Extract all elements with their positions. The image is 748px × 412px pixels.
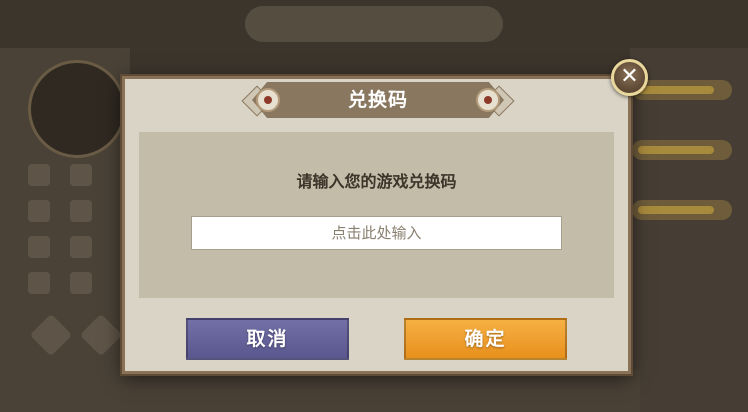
background-slot: [28, 164, 50, 186]
prompt-label: 请输入您的游戏兑换码: [296, 172, 457, 191]
cancel-button[interactable]: 取消: [186, 318, 349, 360]
redeem-code-input[interactable]: [191, 216, 562, 250]
confirm-button[interactable]: 确定: [404, 318, 567, 360]
background-slot: [70, 272, 92, 294]
background-slot: [70, 164, 92, 186]
background-bottom-strip: [120, 370, 640, 412]
background-progress-bar: [632, 200, 732, 220]
background-progress-bar: [632, 140, 732, 160]
background-slot: [70, 236, 92, 258]
background-slot: [28, 200, 50, 222]
background-avatar: [28, 60, 126, 158]
dialog-title-banner: 兑换码: [240, 82, 516, 118]
background-top-banner: [245, 6, 503, 42]
close-button[interactable]: ✕: [611, 59, 648, 96]
background-slot: [28, 272, 50, 294]
game-screen: 兑换码 ✕ 请输入您的游戏兑换码 取消 确定: [0, 0, 748, 412]
background-right-panel: [630, 48, 748, 412]
close-icon: ✕: [620, 64, 639, 89]
dialog-title: 兑换码: [347, 89, 408, 111]
background-slot: [70, 200, 92, 222]
input-panel: [139, 132, 614, 298]
background-slot: [28, 236, 50, 258]
